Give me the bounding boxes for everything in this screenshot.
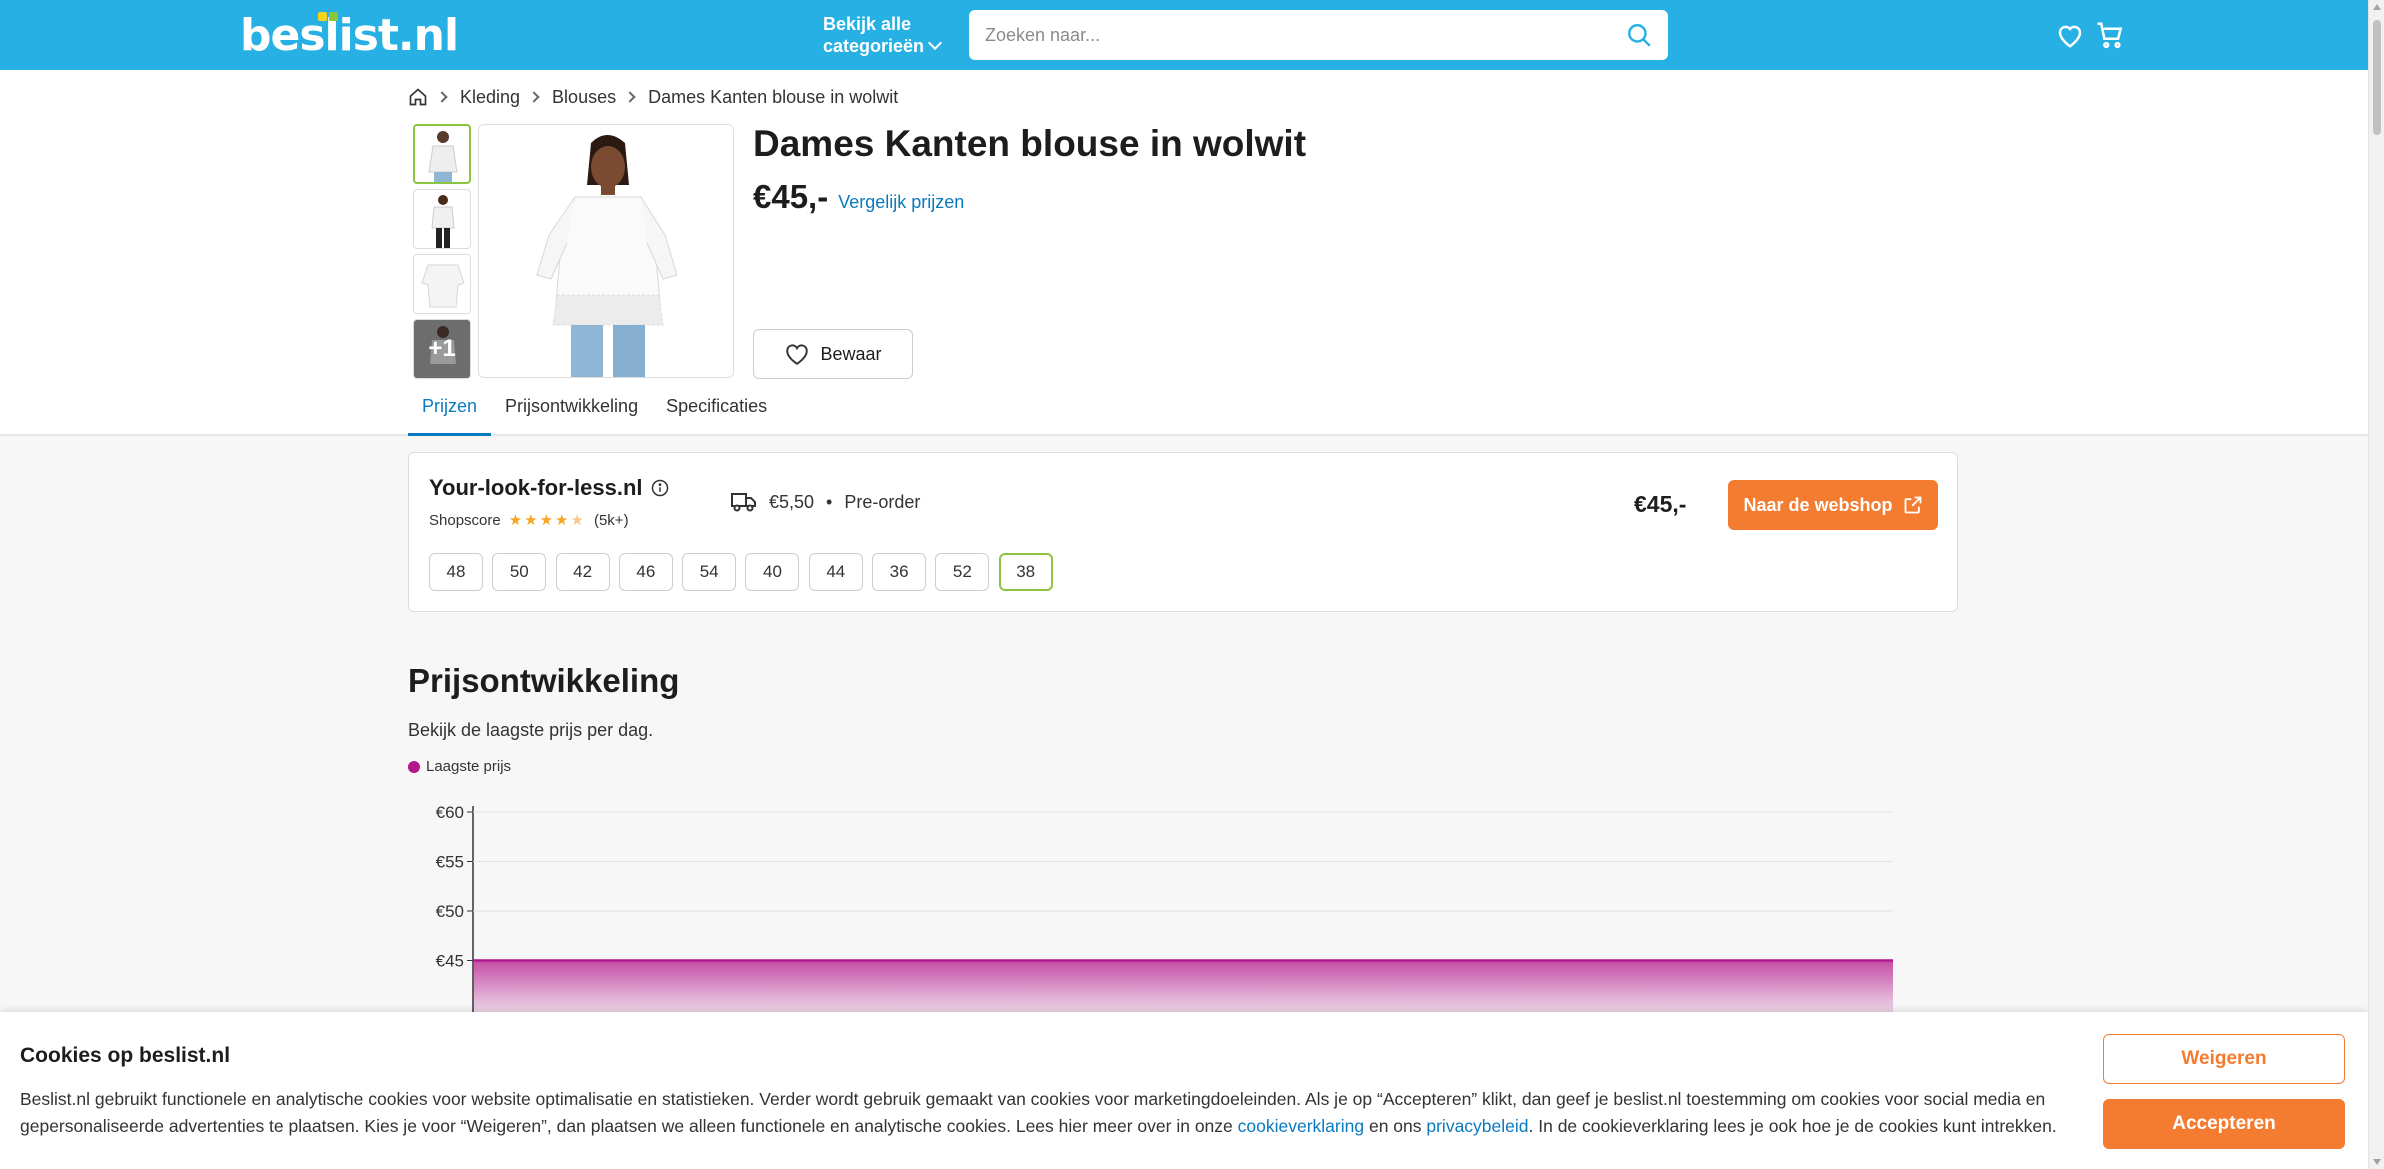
save-button[interactable]: Bewaar (753, 329, 913, 379)
breadcrumb-item-kleding[interactable]: Kleding (460, 87, 520, 108)
truck-icon (731, 493, 756, 512)
chevron-right-icon (528, 91, 540, 103)
accept-cookies-button[interactable]: Accepteren (2103, 1099, 2345, 1149)
search-input[interactable] (969, 10, 1589, 60)
cookie-text-3: . In de cookieverklaring lees je ook hoe… (1528, 1116, 2057, 1136)
categories-line2: categorieën (823, 36, 925, 56)
product-price: €45,- (753, 178, 829, 215)
logo-dot-yellow (318, 12, 327, 21)
cookie-text-2: en ons (1364, 1116, 1427, 1136)
top-header: beslist.nl Bekijk alle categorieën (0, 0, 2368, 70)
shop-name-text: Your-look-for-less.nl (429, 475, 643, 500)
chevron-right-icon (624, 91, 636, 103)
page-scrollbar[interactable] (2368, 0, 2384, 1169)
offer-card: Your-look-for-less.nl Shopscore ★★★★★ (5… (408, 452, 1958, 612)
cookie-title: Cookies op beslist.nl (20, 1044, 231, 1067)
breadcrumb-item-blouses[interactable]: Blouses (552, 87, 616, 108)
search-box (969, 10, 1668, 60)
separator-bullet: • (826, 491, 833, 512)
thumbnail-more[interactable]: +1 (413, 319, 471, 379)
logo-dot-green (329, 12, 338, 21)
y-tick-label: €60 (436, 803, 464, 822)
logo-tld: .nl (397, 10, 459, 61)
shop-name: Your-look-for-less.nl (429, 475, 669, 501)
breadcrumb-item-current: Dames Kanten blouse in wolwit (648, 86, 899, 107)
scroll-down-arrow-icon[interactable] (2373, 1159, 2381, 1165)
thumbnail-list: +1 (413, 124, 471, 384)
y-tick-label: €45 (436, 952, 464, 971)
legend-dot (408, 760, 420, 773)
info-icon[interactable] (651, 479, 669, 497)
cookie-text: Beslist.nl gebruikt functionele en analy… (20, 1086, 2080, 1140)
cookie-banner: Cookies op beslist.nl Beslist.nl gebruik… (0, 1012, 2368, 1169)
scroll-up-arrow-icon[interactable] (2373, 4, 2381, 10)
cookie-policy-link[interactable]: cookieverklaring (1238, 1116, 1364, 1136)
price-history-chart: €60 €55 €50 €45 (436, 803, 1893, 1020)
chevron-right-icon (436, 91, 448, 103)
scrollbar-thumb[interactable] (2373, 20, 2381, 135)
size-option[interactable]: 40 (745, 553, 800, 591)
size-option[interactable]: 46 (618, 553, 673, 591)
size-option[interactable]: 48 (429, 553, 483, 591)
y-tick-label: €55 (436, 853, 464, 872)
price-history-subtitle: Bekijk de laagste prijs per dag. (408, 720, 654, 740)
offer-price: €45,- (1634, 491, 1687, 517)
size-option[interactable]: 42 (555, 553, 610, 591)
thumbnail-2[interactable] (413, 189, 471, 249)
star-rating-icon: ★★★★★ (508, 512, 586, 529)
review-count: (5k+) (593, 511, 629, 529)
chevron-down-icon (927, 35, 943, 51)
categories-line1: Bekijk alle (823, 14, 912, 34)
all-categories-button[interactable]: Bekijk alle categorieën (823, 13, 943, 57)
home-icon[interactable] (408, 87, 428, 107)
shopscore-label: Shopscore (429, 511, 501, 529)
size-option[interactable]: 54 (682, 553, 737, 591)
availability: Pre-order (844, 491, 921, 512)
thumbnail-1[interactable] (413, 124, 471, 184)
thumbnail-3[interactable] (413, 254, 471, 314)
breadcrumb: Kleding Blouses Dames Kanten blouse in w… (408, 82, 898, 112)
chart-legend: Laagste prijs (408, 758, 511, 775)
shipping-cost: €5,50 (769, 491, 815, 512)
tab-prijzen[interactable]: Prijzen (408, 390, 492, 436)
price-row: €45,- Vergelijk prijzen (753, 178, 964, 216)
tab-prijsontwikkeling[interactable]: Prijsontwikkeling (491, 390, 652, 436)
size-option[interactable]: 36 (872, 553, 927, 591)
webshop-button-label: Naar de webshop (1743, 494, 1893, 515)
legend-label: Laagste prijs (426, 758, 512, 775)
size-option[interactable]: 44 (808, 553, 863, 591)
privacy-policy-link[interactable]: privacybeleid (1426, 1116, 1528, 1136)
cart-icon[interactable] (2095, 20, 2125, 50)
tab-bar: Prijzen Prijsontwikkeling Specificaties (408, 390, 781, 436)
heart-icon (786, 344, 809, 365)
compare-prices-link[interactable]: Vergelijk prijzen (838, 192, 964, 213)
beslist-logo[interactable]: beslist.nl (240, 10, 459, 61)
size-option[interactable]: 50 (492, 553, 547, 591)
size-option[interactable]: 52 (935, 553, 990, 591)
decline-cookies-button[interactable]: Weigeren (2103, 1034, 2345, 1084)
size-options: 48 50 42 46 54 40 44 36 52 38 (429, 553, 1062, 591)
price-history-title: Prijsontwikkeling (408, 662, 680, 699)
more-images-count: +1 (428, 335, 456, 362)
y-tick-label: €50 (436, 902, 464, 921)
product-image[interactable] (478, 124, 734, 378)
heart-icon[interactable] (2055, 20, 2085, 50)
product-area: Kleding Blouses Dames Kanten blouse in w… (0, 70, 2368, 436)
search-icon[interactable] (1626, 22, 1652, 48)
delivery-info: €5,50 • Pre-order (731, 491, 920, 513)
tab-specificaties[interactable]: Specificaties (652, 390, 781, 436)
save-label: Bewaar (820, 343, 882, 364)
product-title: Dames Kanten blouse in wolwit (753, 123, 1307, 164)
shopscore: Shopscore ★★★★★ (5k+) (429, 511, 629, 530)
to-webshop-button[interactable]: Naar de webshop (1728, 480, 1938, 530)
size-option-selected[interactable]: 38 (998, 553, 1053, 591)
external-link-icon (1904, 496, 1921, 514)
